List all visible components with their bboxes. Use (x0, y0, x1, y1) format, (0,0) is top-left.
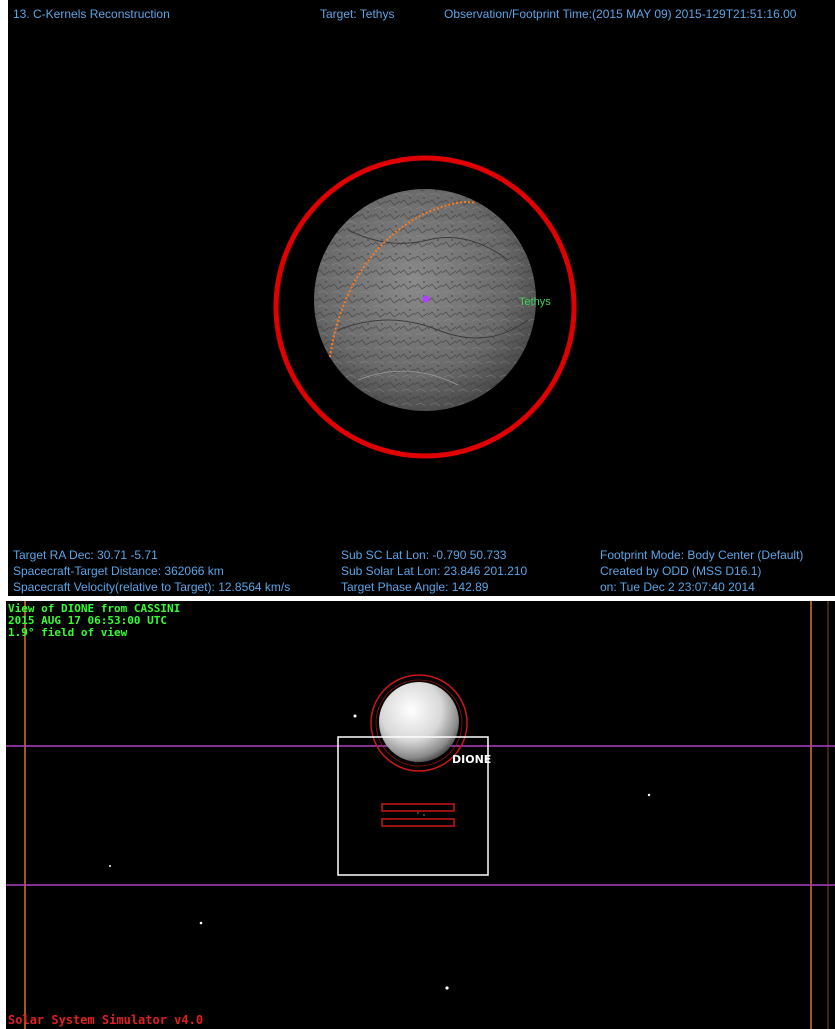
sub-solar-lat-lon: Sub Solar Lat Lon: 23.846 201.210 (341, 564, 528, 578)
simulator-version: Solar System Simulator v4.0 (8, 1013, 204, 1027)
target-name: Target: Tethys (320, 7, 395, 21)
tethys-label: Tethys (519, 296, 551, 308)
target-ra-dec: Target RA Dec: 30.71 -5.71 (13, 548, 158, 562)
sub-sc-lat-lon: Sub SC Lat Lon: -0.790 50.733 (341, 548, 507, 562)
created-on: on: Tue Dec 2 23:07:40 2014 (600, 580, 755, 594)
dione-viewer-panel[interactable]: View of DIONE from CASSINI 2015 AUG 17 0… (6, 601, 835, 1029)
star-field (109, 714, 651, 990)
sub-spacecraft-marker (422, 295, 430, 303)
view-title: 13. C-Kernels Reconstruction (13, 7, 170, 21)
spacecraft-velocity: Spacecraft Velocity(relative to Target):… (13, 580, 291, 594)
tethys-viewer-panel[interactable]: 13. C-Kernels Reconstruction Target: Tet… (8, 0, 835, 596)
dione-label: DIONE (452, 753, 492, 766)
dione-scene (6, 601, 835, 1029)
instrument-slit-lower (381, 818, 455, 827)
instrument-slit-upper (381, 803, 455, 812)
observation-time: Observation/Footprint Time:(2015 MAY 09)… (444, 7, 797, 21)
target-phase-angle: Target Phase Angle: 142.89 (341, 580, 489, 594)
created-by: Created by ODD (MSS D16.1) (600, 564, 762, 578)
footprint-mode: Footprint Mode: Body Center (Default) (600, 548, 804, 562)
dione-globe (379, 682, 459, 762)
spacecraft-target-distance: Spacecraft-Target Distance: 362066 km (13, 564, 224, 578)
field-of-view-value: 1.9° field of view (8, 626, 128, 639)
tethys-scene (273, 155, 577, 459)
